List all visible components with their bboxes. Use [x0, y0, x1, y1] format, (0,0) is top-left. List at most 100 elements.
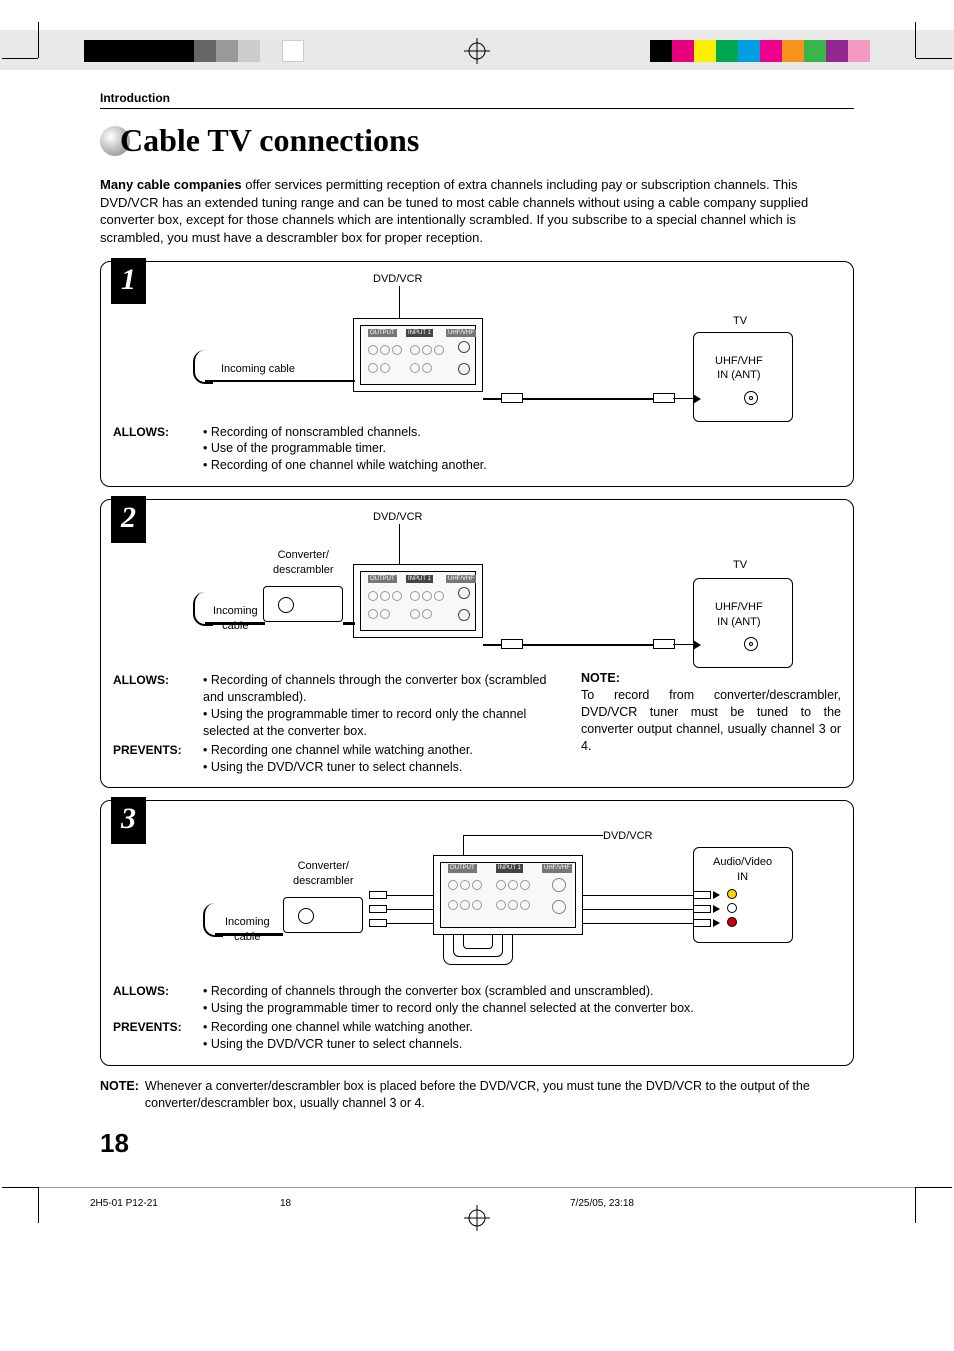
allows-list: Recording of nonscrambled channels. Use …: [203, 424, 487, 475]
converter-label: Converter/ descrambler: [273, 548, 334, 578]
list-item: Recording one channel while watching ano…: [203, 742, 473, 759]
leader-line: [399, 524, 400, 564]
incoming-cable-label: Incoming cable: [213, 604, 258, 634]
tv-port-label: UHF/VHF IN (ANT): [715, 600, 763, 630]
list-item: Using the programmable timer to record o…: [203, 1000, 694, 1017]
coax-plug-icon: [501, 393, 523, 403]
note-text: To record from converter/descrambler, DV…: [581, 688, 841, 753]
page-content: Introduction Cable TV connections Many c…: [0, 70, 954, 1171]
note-label: NOTE:: [581, 671, 620, 685]
arrow-head-icon: [693, 394, 701, 404]
page-title: Cable TV connections: [120, 119, 419, 162]
list-item: Recording of channels through the conver…: [203, 672, 563, 706]
list-item: Recording one channel while watching ano…: [203, 1019, 473, 1036]
dvdvcr-label: DVD/VCR: [603, 829, 653, 844]
tv-label: TV: [733, 558, 747, 573]
leader-line: [463, 835, 603, 836]
list-item: Recording of one channel while watching …: [203, 457, 487, 474]
prevents-row: PREVENTS: Recording one channel while wa…: [113, 742, 563, 776]
list-item: Recording of channels through the conver…: [203, 983, 694, 1000]
print-marks-top: [0, 0, 954, 70]
print-marks-bottom: 2H5-01 P12-21 18 7/25/05, 23:18: [0, 1177, 954, 1237]
connection-diagram-2: 2 DVD/VCR Converter/ descrambler OUTPUT …: [100, 499, 854, 788]
crop-mark-icon: [2, 1185, 52, 1235]
section-label: Introduction: [100, 90, 854, 106]
note-text: Whenever a converter/descrambler box is …: [145, 1078, 854, 1112]
dvdvcr-back-panel-icon: OUTPUT INPUT 1 UHF/VHF: [433, 855, 583, 935]
converter-box-icon: [263, 586, 343, 622]
list-item: Using the DVD/VCR tuner to select channe…: [203, 1036, 473, 1053]
cable-curve-icon: [203, 903, 223, 937]
dvdvcr-back-panel-icon: OUTPUT INPUT 1 UHF/VHF: [353, 564, 483, 638]
divider: [100, 108, 854, 109]
prevents-list: Recording one channel while watching ano…: [203, 742, 473, 776]
page-number: 18: [100, 1126, 854, 1161]
step-number: 1: [111, 258, 146, 305]
list-item: Use of the programmable timer.: [203, 440, 487, 457]
rca-plug-icon: [369, 891, 387, 899]
cable-line-icon: [387, 909, 433, 910]
cable-line-icon: [343, 622, 355, 625]
bottom-note: NOTE: Whenever a converter/descrambler b…: [100, 1078, 854, 1112]
cable-line-icon: [583, 923, 703, 924]
note-box: NOTE: To record from converter/descrambl…: [581, 670, 841, 754]
converter-box-icon: [283, 897, 363, 933]
intro-bold: Many cable companies: [100, 177, 242, 192]
coax-plug-icon: [653, 393, 675, 403]
crop-mark-icon: [902, 10, 952, 60]
allows-row: ALLOWS: Recording of channels through th…: [113, 983, 841, 1017]
footer-file: 2H5-01 P12-21: [90, 1197, 158, 1211]
cable-line-icon: [387, 895, 433, 896]
dvdvcr-label: DVD/VCR: [373, 272, 423, 287]
footer-date: 7/25/05, 23:18: [570, 1197, 634, 1211]
step-number: 3: [111, 797, 146, 844]
coax-plug-icon: [501, 639, 523, 649]
cable-line-icon: [583, 895, 703, 896]
prevents-label: PREVENTS:: [113, 742, 193, 776]
cable-line-icon: [387, 923, 433, 924]
cable-curve-icon: [193, 350, 213, 384]
step-number: 2: [111, 496, 146, 543]
connection-diagram-3: 3 DVD/VCR Converter/ descrambler OUTPUT …: [100, 800, 854, 1066]
divider: [20, 1187, 934, 1188]
allows-list: Recording of channels through the conver…: [203, 672, 563, 740]
allows-row: ALLOWS: Recording of channels through th…: [113, 672, 563, 740]
prevents-row: PREVENTS: Recording one channel while wa…: [113, 1019, 841, 1053]
coax-plug-icon: [653, 639, 675, 649]
arrow-head-icon: [693, 640, 701, 650]
page-title-row: Cable TV connections: [100, 119, 854, 162]
dvdvcr-back-panel-icon: OUTPUT INPUT 1 UHF/VHF: [353, 318, 483, 392]
prevents-list: Recording one channel while watching ano…: [203, 1019, 473, 1053]
note-label: NOTE:: [100, 1078, 139, 1112]
leader-line: [463, 835, 464, 855]
allows-label: ALLOWS:: [113, 983, 193, 1017]
allows-list: Recording of channels through the conver…: [203, 983, 694, 1017]
rca-plug-icon: [369, 919, 387, 927]
incoming-cable-label: Incoming cable: [221, 362, 295, 377]
incoming-cable-label: Incoming cable: [225, 915, 270, 945]
grayscale-swatches: [84, 40, 304, 62]
list-item: Recording of nonscrambled channels.: [203, 424, 487, 441]
tv-label: TV: [733, 314, 747, 329]
converter-label: Converter/ descrambler: [293, 859, 354, 889]
tv-port-label: UHF/VHF IN (ANT): [715, 354, 763, 384]
dvdvcr-label: DVD/VCR: [373, 510, 423, 525]
list-item: Using the DVD/VCR tuner to select channe…: [203, 759, 473, 776]
cable-loop-icon: [463, 935, 493, 949]
allows-label: ALLOWS:: [113, 424, 193, 475]
color-swatches: [650, 40, 870, 62]
registration-mark-icon: [464, 1205, 490, 1231]
leader-line: [399, 286, 400, 318]
cable-line-icon: [205, 380, 355, 382]
intro-paragraph: Many cable companies offer services perm…: [100, 176, 854, 246]
list-item: Using the programmable timer to record o…: [203, 706, 563, 740]
registration-mark-icon: [464, 38, 490, 64]
crop-mark-icon: [902, 1185, 952, 1235]
footer-page: 18: [280, 1197, 291, 1211]
rca-plug-icon: [369, 905, 387, 913]
cable-line-icon: [583, 909, 703, 910]
cable-curve-icon: [193, 592, 213, 626]
allows-label: ALLOWS:: [113, 672, 193, 740]
allows-row: ALLOWS: Recording of nonscrambled channe…: [113, 424, 841, 475]
av-in-label: Audio/Video IN: [713, 855, 772, 885]
